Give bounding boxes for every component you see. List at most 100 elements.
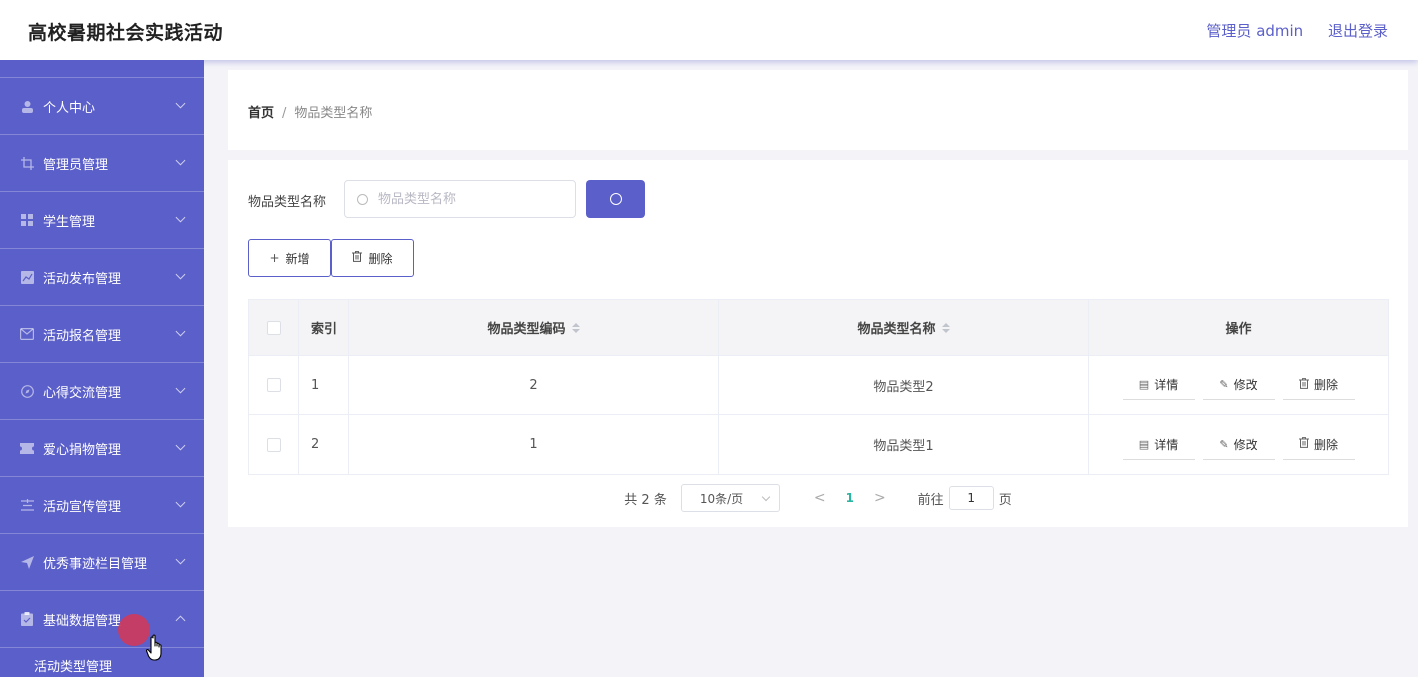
user-icon — [20, 99, 34, 113]
edit-label: 修改 — [1233, 378, 1258, 392]
crop-icon — [20, 156, 34, 170]
search-label: 物品类型名称 — [248, 195, 327, 210]
add-button[interactable]: + 新增 — [248, 239, 331, 277]
row-name: 物品类型2 — [719, 356, 1089, 414]
delete-label: 删除 — [1313, 437, 1338, 452]
header-checkbox-cell — [249, 300, 299, 355]
breadcrumb-home[interactable]: 首页 — [248, 106, 274, 121]
sidebar-item-label: 优秀事迹栏目管理 — [43, 556, 148, 572]
header-code-label: 物品类型编码 — [487, 322, 566, 337]
select-all-checkbox[interactable] — [266, 320, 281, 335]
edit-button[interactable]: ✎ 修改 — [1202, 430, 1275, 460]
chevron-down-icon — [175, 554, 186, 565]
delete-button[interactable]: 删除 — [1282, 370, 1355, 400]
sidebar-item-activity-promotion[interactable]: 活动宣传管理 — [0, 477, 204, 534]
header-actions: 管理员 admin 退出登录 — [1186, 20, 1388, 41]
table-row: 1 2 物品类型2 ▤ 详情 ✎ 修改 删除 — [249, 356, 1388, 415]
chevron-down-icon — [175, 155, 186, 166]
detail-button[interactable]: ▤ 详情 — [1122, 370, 1195, 400]
app-title: 高校暑期社会实践活动 — [28, 22, 224, 44]
row-code: 1 — [349, 415, 719, 474]
send-icon — [20, 555, 34, 569]
trash-icon — [1298, 437, 1309, 451]
breadcrumb-current: 物品类型名称 — [294, 106, 373, 121]
delete-button-label: 删除 — [368, 251, 393, 266]
row-checkbox-cell — [249, 415, 299, 474]
sidebar-item-activity-publish[interactable]: 活动发布管理 — [0, 249, 204, 306]
trash-icon — [352, 251, 363, 265]
row-checkbox[interactable] — [266, 437, 281, 452]
row-checkbox-cell — [249, 356, 299, 414]
row-code: 2 — [349, 356, 719, 414]
next-page-button[interactable]: > — [874, 490, 886, 506]
header-index: 索引 — [299, 300, 349, 355]
sidebar-item-basic-data[interactable]: 基础数据管理 — [0, 591, 204, 648]
sidebar-item-admin-management[interactable]: 管理员管理 — [0, 135, 204, 192]
chevron-down-icon — [175, 440, 186, 451]
chevron-down-icon — [175, 212, 186, 223]
sidebar-item-label: 活动宣传管理 — [43, 499, 122, 515]
main-panel: 物品类型名称 + 新增 删除 索引 物品类型编码 物品类型名称 — [228, 160, 1408, 527]
document-icon: ▤ — [1138, 437, 1150, 451]
header-name-label: 物品类型名称 — [857, 322, 936, 337]
submenu-item-activity-type[interactable]: 活动类型管理 — [0, 648, 204, 676]
compass-icon — [20, 384, 34, 398]
top-header: 高校暑期社会实践活动 管理员 admin 退出登录 — [0, 0, 1418, 60]
add-button-label: 新增 — [285, 251, 310, 266]
delete-label: 删除 — [1313, 378, 1338, 392]
goto-page-input[interactable] — [948, 486, 994, 510]
chevron-down-icon — [175, 497, 186, 508]
chevron-down-icon — [175, 383, 186, 394]
page-size-value: 10条/页 — [699, 491, 744, 506]
search-icon — [357, 193, 368, 205]
breadcrumb-panel: 首页 / 物品类型名称 — [228, 70, 1408, 150]
table-header: 索引 物品类型编码 物品类型名称 操作 — [249, 300, 1388, 356]
edit-button[interactable]: ✎ 修改 — [1202, 370, 1275, 400]
prev-page-button[interactable]: < — [814, 490, 826, 506]
header-code[interactable]: 物品类型编码 — [349, 300, 719, 355]
current-page-number[interactable]: 1 — [846, 491, 854, 505]
sidebar-item-donation[interactable]: 爱心捐物管理 — [0, 420, 204, 477]
clipboard-icon — [20, 612, 34, 626]
chevron-down-icon — [175, 269, 186, 280]
pencil-icon: ✎ — [1219, 437, 1229, 451]
sort-icon[interactable] — [941, 322, 950, 333]
sidebar-item-label: 学生管理 — [43, 214, 96, 230]
header-name[interactable]: 物品类型名称 — [719, 300, 1089, 355]
admin-user-link[interactable]: 管理员 admin — [1206, 22, 1303, 40]
chart-icon — [20, 270, 34, 284]
chevron-down-icon — [175, 326, 186, 337]
pencil-icon: ✎ — [1219, 378, 1229, 391]
delete-button[interactable]: 删除 — [1282, 430, 1355, 460]
sidebar-item-experience-exchange[interactable]: 心得交流管理 — [0, 363, 204, 420]
detail-label: 详情 — [1154, 378, 1179, 392]
sidebar-item-student-management[interactable]: 学生管理 — [0, 192, 204, 249]
page-size-select[interactable]: 10条/页 — [680, 484, 780, 512]
row-checkbox[interactable] — [266, 378, 281, 392]
sidebar-item-label: 活动报名管理 — [43, 328, 122, 344]
sidebar-item-excellent-deeds[interactable]: 优秀事迹栏目管理 — [0, 534, 204, 591]
breadcrumb-separator: / — [282, 106, 287, 121]
sidebar-item-personal-center[interactable]: 个人中心 — [0, 78, 204, 135]
logout-link[interactable]: 退出登录 — [1328, 22, 1388, 40]
edit-label: 修改 — [1233, 437, 1258, 452]
search-button[interactable] — [586, 180, 645, 218]
detail-label: 详情 — [1154, 437, 1179, 452]
document-icon: ▤ — [1138, 378, 1150, 391]
trash-icon — [1298, 377, 1309, 392]
search-box[interactable] — [344, 180, 576, 218]
sidebar-item-label: 心得交流管理 — [43, 385, 122, 401]
search-input[interactable] — [378, 191, 568, 207]
batch-delete-button[interactable]: 删除 — [331, 239, 414, 277]
chevron-down-icon — [175, 98, 186, 109]
goto-label: 前往 — [917, 492, 944, 508]
sort-icon[interactable] — [571, 322, 580, 333]
sidebar-item-activity-signup[interactable]: 活动报名管理 — [0, 306, 204, 363]
sidebar-top-strip — [0, 60, 204, 78]
detail-button[interactable]: ▤ 详情 — [1122, 430, 1195, 460]
data-table: 索引 物品类型编码 物品类型名称 操作 1 2 物品类型2 ▤ 详情 ✎ 修改 删除 — [248, 299, 1389, 475]
sidebar-item-label: 管理员管理 — [43, 157, 109, 173]
header-ops: 操作 — [1225, 322, 1252, 337]
grid-icon — [20, 213, 34, 227]
chevron-down-icon — [761, 492, 771, 502]
